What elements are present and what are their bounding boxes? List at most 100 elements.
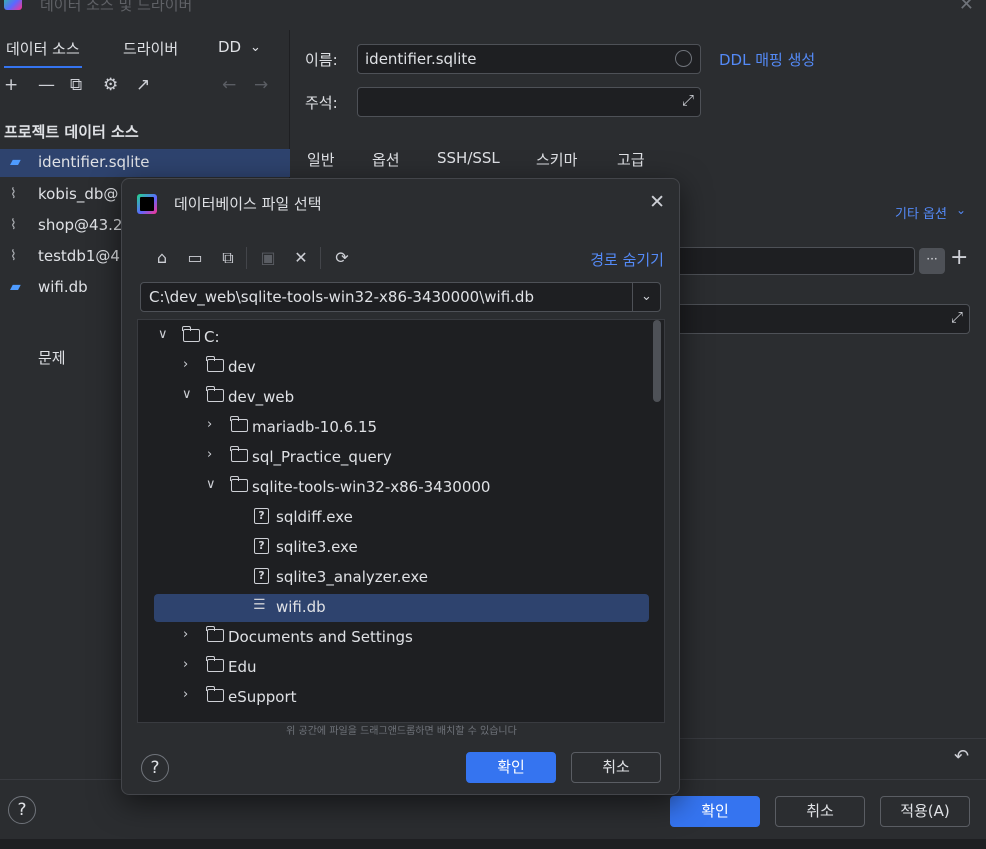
tree-row-folder[interactable]: › sql_Practice_query [138,444,654,472]
tab-schemas[interactable]: 스키마 [536,149,577,170]
data-source-label: kobis_db@ [38,185,119,203]
close-icon[interactable]: ✕ [649,191,665,213]
chevron-down-icon[interactable]: ∨ [182,387,192,402]
scrollbar[interactable] [653,320,661,402]
tree-row-label: dev [228,358,256,376]
window-close-icon[interactable]: ✕ [959,0,974,15]
home-icon[interactable]: ⌂ [151,247,173,269]
new-folder-icon[interactable]: ▣ [257,247,279,269]
settings-icon[interactable]: ⚙ [103,75,118,95]
tab-drivers[interactable]: 드라이버 [123,38,178,59]
browse-button[interactable]: ··· [919,248,945,274]
project-folder-icon[interactable]: ⧉ [217,247,239,269]
left-tabs: 데이터 소스 드라이버 DD ⌄ [0,30,290,68]
tree-row-label: sqlite3_analyzer.exe [276,568,429,586]
path-input[interactable]: C:\dev_web\sqlite-tools-win32-x86-343000… [140,282,661,312]
tree-row-label: Documents and Settings [228,628,413,646]
sqlite-icon: ▰ [10,154,21,170]
data-source-label: shop@43.2 [38,216,123,234]
window-titlebar: 데이터 소스 및 드라이버 ✕ [0,0,986,30]
comment-label: 주석: [305,94,338,112]
tab-options[interactable]: 옵션 [372,149,400,170]
help-button[interactable]: ? [8,796,36,824]
tab-ssh-ssl[interactable]: SSH/SSL [437,149,500,167]
tree-row-file[interactable]: ? sqlite3_analyzer.exe [138,564,654,592]
ddl-mapping-link[interactable]: DDL 매핑 생성 [719,49,815,70]
tabs-overflow-chevron-icon[interactable]: ⌄ [250,40,261,55]
forward-arrow-icon[interactable]: → [254,75,268,95]
tree-row-folder[interactable]: › Edu [138,654,654,682]
chevron-down-icon[interactable]: ∨ [206,477,216,492]
dialog-title: 데이터베이스 파일 선택 [174,195,322,213]
chevron-right-icon[interactable]: › [207,447,212,462]
tree-row-file[interactable]: ? sqlite3.exe [138,534,654,562]
expand-icon[interactable]: ⤢ [951,308,963,326]
tab-ddl[interactable]: DD [218,38,241,56]
url-input[interactable]: ⤢ [675,304,970,334]
ok-button[interactable]: 확인 [466,752,556,783]
tree-row-file-selected[interactable]: ☰ wifi.db [154,594,649,622]
tree-row-folder[interactable]: › Documents and Settings [138,624,654,652]
unknown-file-icon: ? [254,508,269,524]
folder-icon [230,416,248,432]
data-source-item[interactable]: ▰ identifier.sqlite [0,149,290,177]
tree-row-label: C: [204,328,220,346]
desktop-icon[interactable]: ▭ [184,247,206,269]
data-source-label: testdb1@4 [38,247,120,265]
ok-button[interactable]: 확인 [670,796,760,827]
cancel-button[interactable]: 취소 [775,796,865,827]
name-input[interactable]: identifier.sqlite [357,44,701,74]
tab-general[interactable]: 일반 [307,149,335,170]
other-options-chevron-icon[interactable]: ⌄ [956,203,966,217]
problems-label[interactable]: 문제 [38,347,66,368]
tree-row-folder[interactable]: › mariadb-10.6.15 [138,414,654,442]
chevron-right-icon[interactable]: › [183,357,188,372]
tree-row-folder[interactable]: ∨ dev_web [138,384,654,412]
project-data-sources-heading: 프로젝트 데이터 소스 [4,123,139,141]
chevron-right-icon[interactable]: › [183,657,188,672]
chevron-right-icon[interactable]: › [207,417,212,432]
cancel-button[interactable]: 취소 [571,752,661,783]
tree-row-label: eSupport [228,688,297,706]
tree-row-label: wifi.db [276,598,326,616]
chevron-down-icon[interactable]: ∨ [158,327,168,342]
toolbar-separator [246,247,247,269]
file-tree: ∨ C: › dev ∨ dev_web › mariadb-10.6.15 ›… [137,319,665,723]
name-label: 이름: [305,51,338,69]
sqlite-icon: ▰ [10,279,21,295]
folder-icon [230,476,248,492]
hide-path-link[interactable]: 경로 숨기기 [590,249,664,270]
tab-advanced[interactable]: 고급 [617,149,645,170]
tree-row-folder[interactable]: ∨ sqlite-tools-win32-x86-3430000 [138,474,654,502]
file-path-input[interactable] [675,247,915,275]
tree-row-label: sqlite-tools-win32-x86-3430000 [252,478,491,496]
folder-icon [206,656,224,672]
refresh-icon[interactable]: ⟳ [331,247,353,269]
back-arrow-icon[interactable]: ← [222,75,236,95]
remove-icon[interactable]: — [38,75,55,95]
delete-icon[interactable]: ✕ [290,247,312,269]
folder-icon [206,686,224,702]
help-button[interactable]: ? [141,754,169,782]
tree-row-folder[interactable]: › dev [138,354,654,382]
add-icon[interactable]: + [4,75,18,95]
tab-data-sources[interactable]: 데이터 소스 [4,38,82,68]
tree-row-folder[interactable]: › eSupport [138,684,654,712]
apply-button[interactable]: 적용(A) [880,796,970,827]
tree-row-file[interactable]: ? sqldiff.exe [138,504,654,532]
expand-icon[interactable]: ⤢ [682,91,694,109]
data-source-label: identifier.sqlite [38,153,150,171]
open-external-icon[interactable]: ↗ [136,75,150,95]
path-history-chevron-icon[interactable]: ⌄ [632,283,660,311]
datagrip-app-icon [4,0,22,10]
add-file-icon[interactable]: + [950,245,968,270]
other-options-link[interactable]: 기타 옵션 [895,203,947,222]
copy-icon[interactable]: ⧉ [70,75,82,95]
comment-input[interactable]: ⤢ [357,87,701,117]
chevron-right-icon[interactable]: › [183,627,188,642]
tree-row-label: sql_Practice_query [252,448,392,466]
color-picker-icon[interactable] [675,50,692,67]
chevron-right-icon[interactable]: › [183,687,188,702]
tree-row-folder[interactable]: ∨ C: [138,324,654,352]
reset-icon[interactable]: ↶ [954,746,969,767]
